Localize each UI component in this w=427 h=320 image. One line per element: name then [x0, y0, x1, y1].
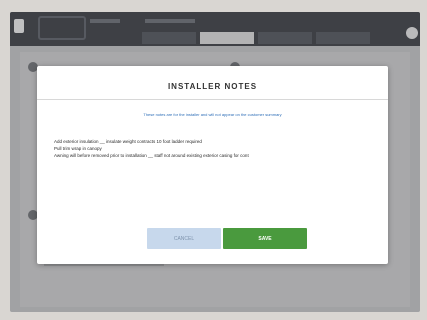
installer-notes-dialog: INSTALLER NOTES These notes are for the … [37, 66, 388, 264]
note-line: Add exterior insulation __ insulate weig… [54, 139, 202, 144]
cancel-button[interactable]: CANCEL [147, 228, 221, 249]
notes-textarea[interactable]: Add exterior insulation __ insulate weig… [54, 138, 374, 159]
dialog-title: INSTALLER NOTES [167, 82, 258, 91]
dialog-subtitle: These notes are for the installer and wi… [143, 112, 282, 117]
dialog-divider [37, 99, 388, 100]
note-line: Awning will before removed prior to inst… [54, 153, 249, 158]
save-button[interactable]: SAVE [223, 228, 307, 249]
note-line: Pull trim wrap in canopy [54, 146, 102, 151]
